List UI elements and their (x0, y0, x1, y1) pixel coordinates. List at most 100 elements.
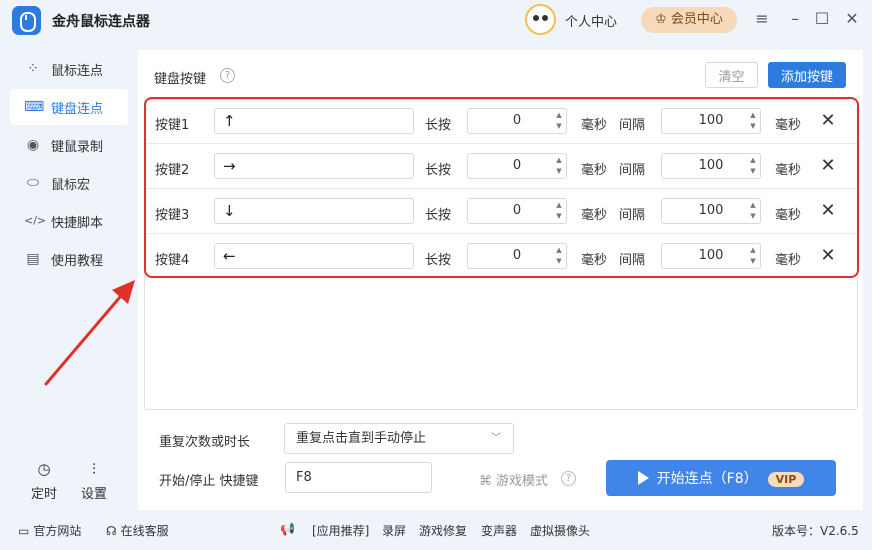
cursor-click-icon: ⁘ (27, 61, 39, 77)
delete-key-icon[interactable]: ✕ (818, 244, 838, 268)
press-label: 长按 (425, 208, 452, 223)
settings-button[interactable]: ⫶ 设置 (74, 460, 114, 502)
spinner-icon[interactable]: ▲ ▼ (748, 110, 758, 132)
chevron-down-icon: ﹀ (491, 433, 501, 444)
crown-icon: ♔ (655, 12, 667, 27)
interval-input[interactable]: 100 ▲ ▼ (661, 243, 761, 269)
menu-icon[interactable]: ≡ (752, 9, 772, 29)
help-icon[interactable]: ? (220, 68, 235, 83)
repeat-select[interactable]: 重复点击直到手动停止 ﹀ (284, 423, 514, 454)
timer-button[interactable]: ◷ 定时 (24, 460, 64, 502)
close-icon[interactable]: ✕ (842, 9, 862, 29)
record-screen-link[interactable]: 录屏 (382, 522, 406, 539)
sidebar-item-script[interactable]: </> 快捷脚本 (10, 203, 128, 239)
key-input[interactable]: ↑ (214, 108, 414, 134)
status-bar: ▭ 官方网站 ☊ 在线客服 📢 [应用推荐] 录屏 游戏修复 变声器 虚拟摄像头 版… (0, 510, 872, 550)
sidebar-item-record[interactable]: ◉ 键鼠录制 (10, 127, 128, 163)
spinner-icon[interactable]: ▲ ▼ (748, 155, 758, 177)
sliders-icon: ⫶ (92, 460, 96, 478)
key-row: 按键2 → 长按 0 ▲ ▼ 毫秒 间隔 100 ▲ ▼ 毫秒 ✕ (146, 144, 857, 189)
key-name: 按键2 (155, 163, 190, 178)
repeat-label: 重复次数或时长 (159, 435, 251, 450)
support-link[interactable]: ☊ 在线客服 (106, 522, 169, 539)
press-duration-input[interactable]: 0 ▲ ▼ (467, 198, 567, 224)
ms-label: 毫秒 (581, 208, 608, 223)
clear-button[interactable]: 清空 (705, 62, 758, 88)
spinner-icon[interactable]: ▲ ▼ (748, 200, 758, 222)
spinner-icon[interactable]: ▲ ▼ (554, 200, 564, 222)
game-mode-toggle[interactable]: ⌘ 游戏模式 (479, 470, 548, 489)
ms-label: 毫秒 (775, 253, 802, 268)
monitor-icon: ▭ (18, 524, 30, 538)
code-icon: </> (24, 214, 47, 227)
minimize-icon[interactable]: – (785, 9, 805, 29)
key-name: 按键3 (155, 208, 190, 223)
hotkey-input[interactable]: F8 (285, 462, 432, 493)
interval-label: 间隔 (619, 163, 646, 178)
sidebar-item-mouse-click[interactable]: ⁘ 鼠标连点 (10, 51, 128, 87)
avatar[interactable] (525, 4, 556, 35)
press-duration-input[interactable]: 0 ▲ ▼ (467, 108, 567, 134)
recommend-label: [应用推荐] (312, 524, 370, 538)
sidebar-item-keyboard-click[interactable]: ⌨ 键盘连点 (10, 89, 128, 125)
document-icon: ▤ (26, 251, 40, 267)
ms-label: 毫秒 (581, 163, 608, 178)
key-name: 按键4 (155, 253, 190, 268)
press-label: 长按 (425, 253, 452, 268)
interval-label: 间隔 (619, 118, 646, 133)
vip-badge: VIP (767, 472, 805, 487)
hotkey-label: 开始/停止 快捷键 (159, 474, 259, 489)
gamepad-icon: ⌘ (479, 474, 492, 489)
delete-key-icon[interactable]: ✕ (818, 199, 838, 223)
personal-center-link[interactable]: 个人中心 (565, 11, 617, 30)
interval-input[interactable]: 100 ▲ ▼ (661, 153, 761, 179)
spinner-icon[interactable]: ▲ ▼ (554, 245, 564, 267)
key-row: 按键3 ↓ 长按 0 ▲ ▼ 毫秒 间隔 100 ▲ ▼ 毫秒 ✕ (146, 189, 857, 234)
delete-key-icon[interactable]: ✕ (818, 154, 838, 178)
ms-label: 毫秒 (581, 253, 608, 268)
interval-input[interactable]: 100 ▲ ▼ (661, 198, 761, 224)
help-icon[interactable]: ? (561, 471, 576, 486)
vip-center-button[interactable]: ♔ 会员中心 (641, 7, 737, 33)
press-duration-input[interactable]: 0 ▲ ▼ (467, 153, 567, 179)
interval-label: 间隔 (619, 253, 646, 268)
website-link[interactable]: ▭ 官方网站 (18, 522, 81, 539)
app-title: 金舟鼠标连点器 (52, 14, 150, 30)
keyboard-icon: ⌨ (24, 99, 45, 115)
key-row: 按键1 ↑ 长按 0 ▲ ▼ 毫秒 间隔 100 ▲ ▼ 毫秒 ✕ (146, 99, 857, 144)
record-icon: ◉ (26, 137, 40, 153)
spinner-icon[interactable]: ▲ ▼ (748, 245, 758, 267)
start-button[interactable]: 开始连点（F8） VIP (606, 460, 836, 496)
add-key-button[interactable]: 添加按键 (768, 62, 846, 88)
press-duration-input[interactable]: 0 ▲ ▼ (467, 243, 567, 269)
app-logo-icon (12, 6, 41, 35)
key-input[interactable]: → (214, 153, 414, 179)
key-input[interactable]: ← (214, 243, 414, 269)
section-title: 键盘按键 (154, 72, 207, 87)
version-label: 版本号：V2.6.5 (772, 524, 859, 538)
ms-label: 毫秒 (775, 163, 802, 178)
ms-label: 毫秒 (581, 118, 608, 133)
sidebar: ⁘ 鼠标连点 ⌨ 键盘连点 ◉ 键鼠录制 ⬭ 鼠标宏 </> 快捷脚本 ▤ 使用… (0, 40, 138, 510)
spinner-icon[interactable]: ▲ ▼ (554, 155, 564, 177)
maximize-icon[interactable]: ☐ (812, 9, 832, 29)
ms-label: 毫秒 (775, 118, 802, 133)
virtual-camera-link[interactable]: 虚拟摄像头 (530, 522, 590, 539)
game-repair-link[interactable]: 游戏修复 (419, 522, 467, 539)
interval-label: 间隔 (619, 208, 646, 223)
mouse-icon: ⬭ (27, 175, 39, 191)
key-input[interactable]: ↓ (214, 198, 414, 224)
spinner-icon[interactable]: ▲ ▼ (554, 110, 564, 132)
clock-icon: ◷ (37, 460, 51, 478)
interval-input[interactable]: 100 ▲ ▼ (661, 108, 761, 134)
delete-key-icon[interactable]: ✕ (818, 109, 838, 133)
play-icon (637, 471, 649, 485)
sidebar-item-mouse-macro[interactable]: ⬭ 鼠标宏 (10, 165, 128, 201)
voice-changer-link[interactable]: 变声器 (481, 522, 517, 539)
title-bar: 金舟鼠标连点器 个人中心 ♔ 会员中心 ≡ – ☐ ✕ (0, 0, 872, 40)
press-label: 长按 (425, 163, 452, 178)
ms-label: 毫秒 (775, 208, 802, 223)
headset-icon: ☊ (106, 524, 117, 538)
annotation-arrow-icon (44, 280, 135, 386)
sidebar-item-tutorial[interactable]: ▤ 使用教程 (10, 241, 128, 277)
